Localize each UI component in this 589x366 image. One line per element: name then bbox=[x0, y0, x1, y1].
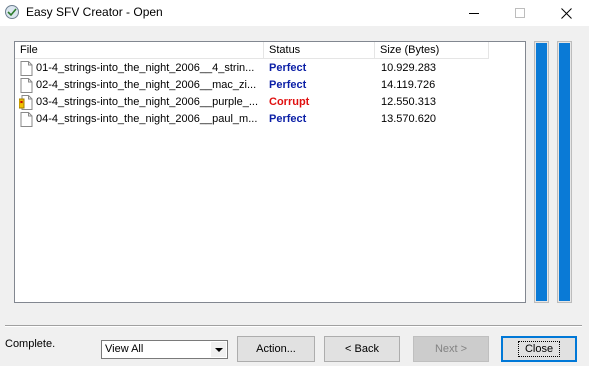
view-select-value: View All bbox=[105, 343, 144, 355]
minimize-button[interactable] bbox=[451, 0, 497, 26]
list-header: File Status Size (Bytes) bbox=[15, 42, 525, 59]
close-button[interactable]: Close bbox=[501, 336, 577, 362]
status-text: Complete. bbox=[5, 338, 56, 350]
file-name-cell: 01-4_strings-into_the_night_2006__4_stri… bbox=[36, 62, 255, 74]
size-cell: 10.929.283 bbox=[381, 62, 437, 74]
file-name-cell: 03-4_strings-into_the_night_2006__purple… bbox=[36, 96, 258, 108]
column-header-file[interactable]: File bbox=[15, 42, 264, 59]
list-item[interactable]: 04-4_strings-into_the_night_2006__paul_m… bbox=[15, 111, 525, 128]
close-icon bbox=[560, 7, 572, 19]
file-icon bbox=[20, 78, 33, 93]
view-select[interactable]: View All bbox=[101, 340, 228, 359]
file-name-cell: 02-4_strings-into_the_night_2006__mac_zi… bbox=[36, 79, 257, 91]
maximize-button[interactable] bbox=[497, 0, 543, 26]
close-button-label: Close bbox=[517, 341, 561, 357]
list-item[interactable]: 02-4_strings-into_the_night_2006__mac_zi… bbox=[15, 77, 525, 94]
chevron-down-icon bbox=[214, 347, 223, 352]
next-button[interactable]: Next > bbox=[413, 336, 489, 362]
window-title: Easy SFV Creator - Open bbox=[26, 5, 163, 19]
size-cell: 13.570.620 bbox=[381, 113, 437, 125]
size-cell: 14.119.726 bbox=[381, 79, 436, 91]
view-select-arrow[interactable] bbox=[211, 342, 226, 357]
minimize-icon bbox=[469, 12, 479, 14]
file-icon bbox=[20, 61, 33, 76]
total-progress-bar bbox=[557, 41, 572, 303]
action-button[interactable]: Action... bbox=[237, 336, 315, 362]
back-button[interactable]: < Back bbox=[324, 336, 400, 362]
status-cell: Perfect bbox=[269, 62, 307, 74]
status-cell: Corrupt bbox=[269, 96, 310, 108]
file-progress-bar bbox=[534, 41, 549, 303]
app-window: Easy SFV Creator - Open File Status Size… bbox=[0, 0, 589, 366]
maximize-icon bbox=[515, 8, 525, 18]
footer-separator bbox=[5, 325, 582, 327]
title-bar: Easy SFV Creator - Open bbox=[0, 0, 589, 26]
column-header-empty bbox=[489, 42, 525, 59]
column-header-size[interactable]: Size (Bytes) bbox=[375, 42, 489, 59]
file-list[interactable]: File Status Size (Bytes) 01-4_strings-in… bbox=[14, 41, 526, 303]
column-header-status[interactable]: Status bbox=[264, 42, 375, 59]
status-cell: Perfect bbox=[269, 79, 307, 91]
file-progress-fill bbox=[536, 43, 547, 301]
app-icon bbox=[5, 5, 19, 19]
corrupt-file-icon bbox=[19, 95, 33, 110]
list-rows: 01-4_strings-into_the_night_2006__4_stri… bbox=[15, 60, 525, 128]
status-cell: Perfect bbox=[269, 113, 307, 125]
list-item[interactable]: 01-4_strings-into_the_night_2006__4_stri… bbox=[15, 60, 525, 77]
file-icon bbox=[20, 112, 33, 127]
window-close-button[interactable] bbox=[543, 0, 589, 26]
total-progress-fill bbox=[559, 43, 570, 301]
list-item[interactable]: 03-4_strings-into_the_night_2006__purple… bbox=[15, 94, 525, 111]
file-name-cell: 04-4_strings-into_the_night_2006__paul_m… bbox=[36, 113, 258, 125]
size-cell: 12.550.313 bbox=[381, 96, 437, 108]
